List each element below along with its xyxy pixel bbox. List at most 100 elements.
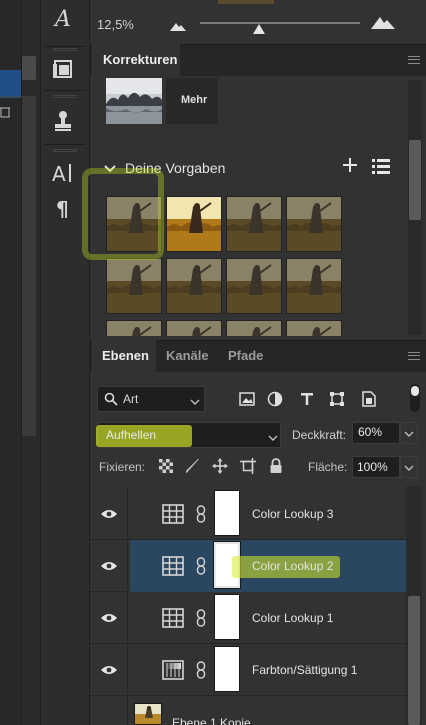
link-icon[interactable] xyxy=(196,505,206,526)
icon-group-grip[interactable] xyxy=(53,48,77,51)
visibility-toggle[interactable] xyxy=(90,644,128,696)
smart-object-filter-icon[interactable] xyxy=(360,390,378,408)
visibility-toggle[interactable] xyxy=(90,540,128,592)
search-icon xyxy=(104,392,118,409)
preset-thumbnail[interactable] xyxy=(166,196,222,252)
layer-name[interactable]: Color Lookup 3 xyxy=(252,507,333,521)
preset-thumbnail[interactable] xyxy=(106,258,162,314)
preset-thumbnail[interactable] xyxy=(226,320,282,336)
layer-name[interactable]: Color Lookup 2 xyxy=(252,559,333,573)
shape-filter-icon[interactable] xyxy=(328,390,346,408)
icon-group-grip[interactable] xyxy=(53,149,77,152)
libraries-panel-icon[interactable] xyxy=(48,54,78,84)
preset-thumbnail[interactable] xyxy=(286,320,342,336)
adjustments-title: Korrekturen xyxy=(103,52,178,67)
layer-filter-label: Art xyxy=(123,392,139,406)
adjustments-scroll-thumb[interactable] xyxy=(409,140,421,220)
document-scroll-thumb[interactable] xyxy=(22,56,36,80)
icon-column-divider xyxy=(44,90,86,91)
icon-column-divider xyxy=(44,144,86,145)
layer-mask-thumbnail[interactable] xyxy=(214,646,240,692)
eye-icon[interactable] xyxy=(100,561,117,571)
stamp-tool-icon[interactable] xyxy=(48,106,78,136)
visibility-toggle[interactable] xyxy=(90,488,128,540)
tab-layers-label[interactable]: Ebenen xyxy=(102,348,149,363)
layer-row-selected[interactable]: Color Lookup 2 xyxy=(90,540,406,592)
layer-row[interactable]: Color Lookup 3 xyxy=(90,488,406,540)
link-icon[interactable] xyxy=(196,557,206,578)
preset-thumbnail[interactable] xyxy=(226,196,282,252)
svg-text:A: A xyxy=(52,162,66,185)
more-presets-label: Mehr xyxy=(181,94,208,106)
opacity-label: Deckkraft: xyxy=(292,428,347,442)
list-view-icon[interactable] xyxy=(372,158,390,177)
preset-thumbnail[interactable] xyxy=(286,258,342,314)
lock-transparency-icon[interactable] xyxy=(157,457,175,475)
hue-saturation-icon xyxy=(162,660,184,680)
paragraph-panel-icon[interactable]: ¶ xyxy=(48,194,78,224)
chevron-down-icon xyxy=(190,394,200,408)
zoom-slider[interactable] xyxy=(200,22,360,24)
tab-paths[interactable]: Pfade xyxy=(228,348,263,363)
chevron-down-icon xyxy=(268,430,278,444)
svg-text:¶: ¶ xyxy=(56,198,69,220)
character-panel-icon[interactable]: A xyxy=(48,158,78,188)
opacity-value[interactable]: 60% xyxy=(358,425,382,439)
layer-name[interactable]: Farbton/Sättigung 1 xyxy=(252,663,357,677)
zoom-value[interactable]: 12,5% xyxy=(97,17,134,32)
more-presets-thumbnail[interactable] xyxy=(106,78,162,124)
eye-icon[interactable] xyxy=(100,613,117,623)
chevron-down-icon xyxy=(404,465,414,471)
layer-name[interactable]: Color Lookup 1 xyxy=(252,611,333,625)
zoom-out-icon[interactable] xyxy=(170,20,186,34)
document-tab-edge[interactable] xyxy=(0,70,22,98)
preset-thumbnail[interactable] xyxy=(166,320,222,336)
color-lookup-icon xyxy=(162,504,184,524)
blend-mode-value: Aufhellen xyxy=(106,428,157,442)
layer-mask-thumbnail[interactable] xyxy=(214,490,240,536)
zoom-slider-handle[interactable] xyxy=(253,24,266,34)
adjustment-filter-icon[interactable] xyxy=(266,390,284,408)
panel-menu-icon[interactable] xyxy=(408,352,420,360)
preset-thumbnail[interactable] xyxy=(286,196,342,252)
fill-value[interactable]: 100% xyxy=(357,460,388,474)
add-preset-button[interactable] xyxy=(342,155,358,177)
navigator-preview-edge xyxy=(218,0,274,4)
highlight-marker xyxy=(82,168,164,260)
eye-icon[interactable] xyxy=(100,509,117,519)
zoom-in-icon[interactable] xyxy=(371,15,395,32)
fill-dropdown-button[interactable] xyxy=(400,456,418,478)
color-lookup-icon xyxy=(162,556,184,576)
artboard-lock-icon[interactable] xyxy=(239,457,257,475)
preset-thumbnail[interactable] xyxy=(106,320,162,336)
icon-column-divider xyxy=(44,46,86,47)
lock-position-icon[interactable] xyxy=(211,457,229,475)
preset-thumbnail[interactable] xyxy=(226,258,282,314)
layers-scroll-thumb[interactable] xyxy=(408,596,420,725)
layer-row[interactable]: Farbton/Sättigung 1 xyxy=(90,644,406,696)
filter-toggle-knob[interactable] xyxy=(411,386,419,396)
pixel-filter-icon[interactable] xyxy=(238,390,256,408)
tab-channels[interactable]: Kanäle xyxy=(166,348,209,363)
eye-icon[interactable] xyxy=(100,665,117,675)
trash-icon[interactable] xyxy=(0,106,12,121)
type-filter-icon[interactable] xyxy=(298,390,316,408)
link-icon[interactable] xyxy=(196,609,206,630)
fill-label: Fläche: xyxy=(308,460,348,474)
chevron-down-icon xyxy=(404,431,414,437)
lock-pixels-icon[interactable] xyxy=(184,457,202,475)
lock-all-icon[interactable] xyxy=(267,457,285,475)
layer-thumbnail[interactable] xyxy=(134,703,162,725)
layer-name[interactable]: Ebene 1 Kopie xyxy=(172,716,251,725)
opacity-dropdown-button[interactable] xyxy=(400,422,418,444)
link-icon[interactable] xyxy=(196,661,206,682)
visibility-toggle[interactable] xyxy=(90,696,128,725)
panel-menu-icon[interactable] xyxy=(408,56,420,64)
visibility-toggle[interactable] xyxy=(90,592,128,644)
layer-row[interactable]: Color Lookup 1 xyxy=(90,592,406,644)
lock-label: Fixieren: xyxy=(99,460,146,474)
glyph-panel-icon[interactable]: A xyxy=(48,4,78,34)
icon-group-grip[interactable] xyxy=(53,95,77,98)
layer-mask-thumbnail[interactable] xyxy=(214,594,240,640)
preset-thumbnail[interactable] xyxy=(166,258,222,314)
